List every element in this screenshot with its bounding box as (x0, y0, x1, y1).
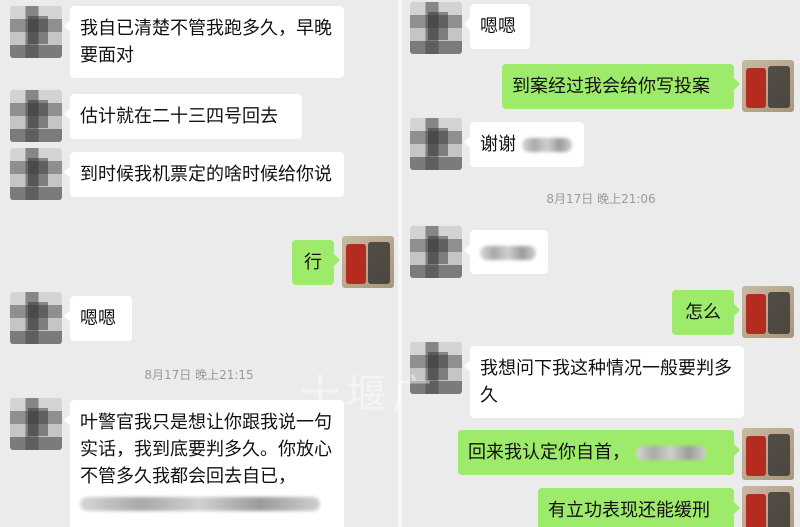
contact-avatar[interactable] (410, 2, 462, 54)
user-avatar[interactable] (742, 286, 794, 338)
message-bubble-outgoing[interactable]: 行 (292, 240, 340, 285)
message-text: 嗯嗯 (80, 308, 116, 329)
user-avatar[interactable] (342, 236, 394, 288)
user-avatar[interactable] (742, 486, 794, 527)
redacted-text (521, 138, 572, 152)
message-bubble-incoming[interactable]: 我想问下我这种情况一般要判多久 (464, 346, 744, 418)
message-text: 行 (304, 252, 322, 273)
message-text: 回来我认定你自首， (468, 442, 630, 463)
contact-avatar[interactable] (10, 292, 62, 344)
contact-avatar[interactable] (410, 118, 462, 170)
message-bubble-outgoing[interactable]: 回来我认定你自首， (458, 430, 740, 475)
message-bubble-incoming[interactable]: 嗯嗯 (464, 4, 530, 49)
contact-avatar[interactable] (10, 90, 62, 142)
user-avatar[interactable] (742, 60, 794, 112)
contact-avatar[interactable] (10, 398, 62, 450)
message-bubble-outgoing[interactable]: 到案经过我会给你写投案 (502, 64, 740, 109)
user-avatar[interactable] (742, 428, 794, 480)
watermark: 十堰广 (300, 372, 438, 418)
redacted-text (635, 446, 706, 460)
message-bubble-outgoing[interactable]: 有立功表现还能缓刑 (538, 488, 740, 527)
message-bubble-incoming[interactable]: 谢谢 (464, 122, 584, 167)
message-text: 嗯嗯 (480, 16, 516, 37)
message-text: 怎么 (685, 302, 721, 323)
message-bubble-incoming[interactable]: 我自已清楚不管我跑多久，早晚要面对 (64, 6, 344, 78)
chat-pane-right: 嗯嗯 到案经过我会给你写投案 谢谢 8月17日 晚上21:06 怎么 我想问下我… (402, 0, 800, 527)
contact-avatar[interactable] (410, 226, 462, 278)
message-text: 有立功表现还能缓刑 (548, 500, 710, 521)
contact-avatar[interactable] (10, 148, 62, 200)
message-text: 叶警官我只是想让你跟我说一句实话，我到底要判多久。你放心不管多久我都会回去自已， (80, 412, 332, 487)
message-bubble-incoming[interactable]: 估计就在二十三四号回去 (64, 94, 302, 139)
message-text: 估计就在二十三四号回去 (80, 106, 278, 127)
redacted-text (480, 246, 536, 260)
message-text: 我想问下我这种情况一般要判多久 (480, 358, 732, 406)
message-text: 到时候我机票定的啥时候给你说 (80, 164, 332, 185)
timestamp: 8月17日 晚上21:06 (546, 192, 656, 206)
contact-avatar[interactable] (10, 6, 62, 58)
message-bubble-outgoing[interactable]: 怎么 (672, 290, 740, 335)
chat-pane-left: 我自已清楚不管我跑多久，早晚要面对 估计就在二十三四号回去 到时候我机票定的啥时… (0, 0, 398, 527)
redacted-text (80, 497, 320, 511)
message-text: 我自已清楚不管我跑多久，早晚要面对 (80, 18, 332, 66)
message-bubble-incoming[interactable]: 到时候我机票定的啥时候给你说 (64, 152, 344, 197)
message-text: 谢谢 (480, 134, 516, 155)
message-bubble-incoming[interactable] (464, 230, 548, 274)
message-bubble-incoming[interactable]: 嗯嗯 (64, 296, 132, 341)
message-text: 到案经过我会给你写投案 (512, 76, 710, 97)
